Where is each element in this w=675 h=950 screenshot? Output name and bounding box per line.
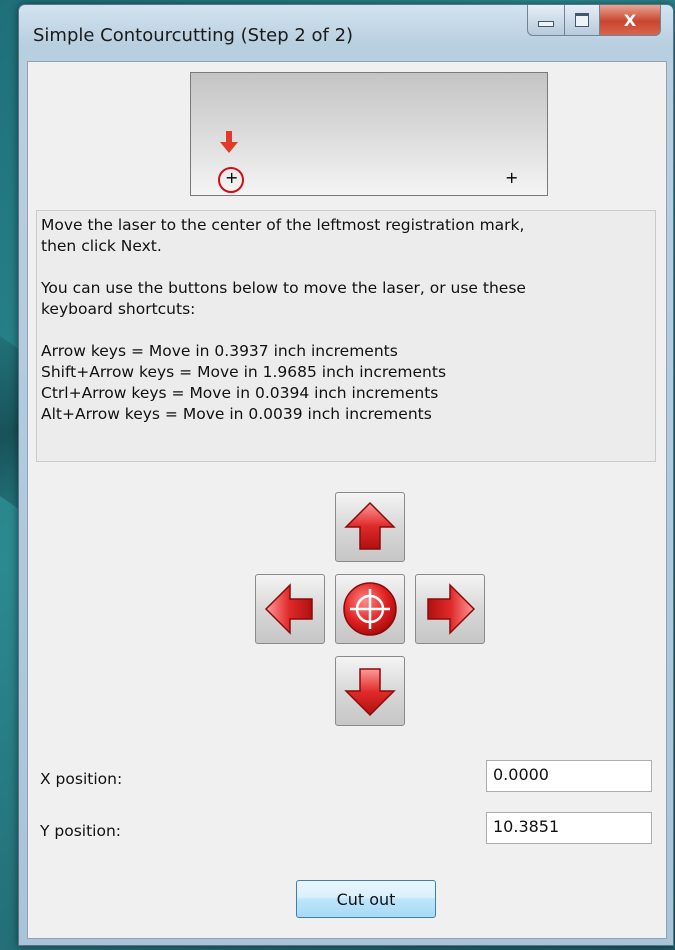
instruction-line: then click Next. bbox=[41, 237, 162, 255]
center-button[interactable] bbox=[335, 574, 405, 644]
shortcut-line: Arrow keys = Move in 0.3937 inch increme… bbox=[41, 342, 398, 360]
move-right-button[interactable] bbox=[415, 574, 485, 644]
registration-preview: + + bbox=[190, 72, 548, 196]
instructions-text: Move the laser to the center of the left… bbox=[36, 210, 656, 462]
down-arrow-marker-icon bbox=[220, 131, 238, 153]
instruction-line: Move the laser to the center of the left… bbox=[41, 216, 525, 234]
instruction-line: You can use the buttons below to move th… bbox=[41, 279, 526, 297]
shortcut-line: Ctrl+Arrow keys = Move in 0.0394 inch in… bbox=[41, 384, 439, 402]
maximize-icon bbox=[575, 13, 589, 27]
arrow-right-icon bbox=[427, 583, 476, 635]
registration-mark-left: + bbox=[225, 168, 239, 187]
cut-out-button[interactable]: Cut out bbox=[296, 880, 436, 918]
x-position-field[interactable]: 0.0000 bbox=[486, 760, 652, 792]
minimize-button[interactable] bbox=[527, 5, 565, 36]
arrow-left-icon bbox=[264, 583, 313, 635]
move-up-button[interactable] bbox=[335, 492, 405, 562]
close-button[interactable]: X bbox=[600, 5, 661, 36]
window-title: Simple Contourcutting (Step 2 of 2) bbox=[33, 25, 354, 46]
maximize-button[interactable] bbox=[565, 5, 600, 36]
title-bar[interactable]: Simple Contourcutting (Step 2 of 2) X bbox=[19, 5, 673, 61]
x-position-label: X position: bbox=[40, 770, 123, 788]
arrow-up-icon bbox=[344, 501, 396, 550]
dialog-window: Simple Contourcutting (Step 2 of 2) X + … bbox=[18, 4, 674, 946]
crosshair-icon bbox=[343, 582, 397, 636]
arrow-down-icon bbox=[344, 668, 396, 717]
instruction-line: keyboard shortcuts: bbox=[41, 300, 196, 318]
dialog-client-area: + + Move the laser to the center of the … bbox=[27, 61, 667, 939]
shortcut-line: Shift+Arrow keys = Move in 1.9685 inch i… bbox=[41, 363, 447, 381]
registration-mark-right: + bbox=[505, 168, 519, 187]
y-position-label: Y position: bbox=[40, 822, 122, 840]
y-position-field[interactable]: 10.3851 bbox=[486, 812, 652, 844]
move-down-button[interactable] bbox=[335, 656, 405, 726]
close-icon: X bbox=[623, 10, 637, 30]
shortcut-line: Alt+Arrow keys = Move in 0.0039 inch inc… bbox=[41, 405, 432, 423]
move-left-button[interactable] bbox=[255, 574, 325, 644]
window-controls: X bbox=[527, 5, 661, 37]
minimize-icon bbox=[538, 21, 554, 27]
